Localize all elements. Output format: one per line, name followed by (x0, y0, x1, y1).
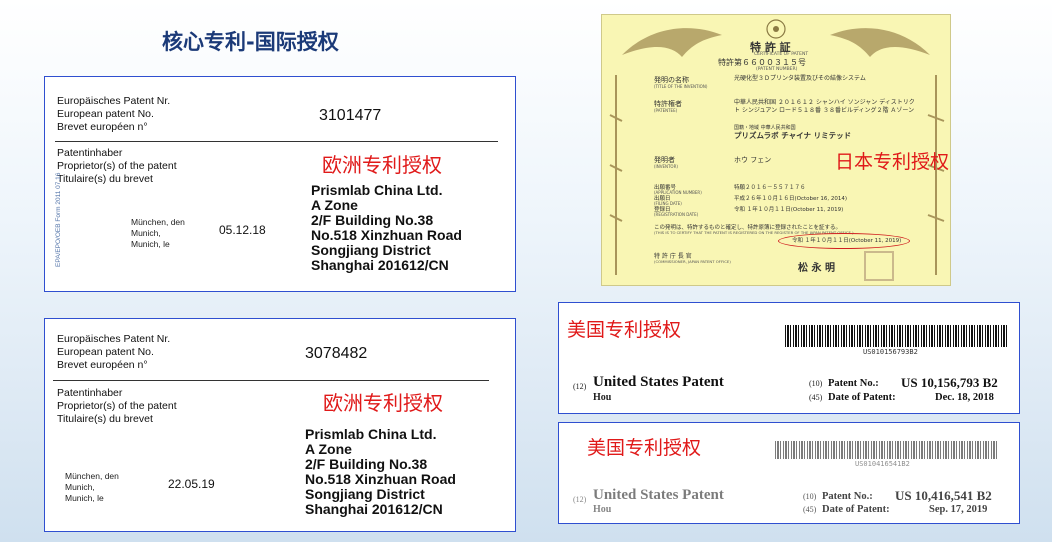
ep-grant-stamp: 欧洲专利授权 (323, 391, 443, 415)
ep-holder-label-en: Proprietor(s) of the patent (57, 160, 177, 172)
ep-document-1: Europäisches Patent Nr. European patent … (55, 87, 505, 281)
us-patent-no: US 10,156,793 B2 (901, 375, 998, 390)
jp-value-reg-date: 令和 １年１０月１１日(October 11, 2019) (734, 207, 844, 213)
ep-nr-label-de: Europäisches Patent Nr. (57, 333, 171, 345)
ep-address-line: A Zone (305, 441, 352, 457)
ep-address-line: 2/F Building No.38 (311, 212, 434, 228)
ep-holder-label-de: Patentinhaber (57, 387, 123, 399)
ep-nr-label-fr: Brevet européen n° (57, 121, 148, 133)
jp-value-title: 光硬化型３Ｄプリンタ装置及びその結像システム (734, 75, 866, 82)
jp-patent-number-sub: (PATENT NUMBER) (756, 67, 798, 72)
jp-date-line: 令和 １年１０月１１日(October 11, 2019) (792, 238, 902, 244)
barcode-icon (775, 441, 997, 459)
ep-city-de: München, den (131, 217, 185, 227)
ep-address-line: Shanghai 201612/CN (311, 257, 449, 273)
ep-city-fr: Munich, le (65, 493, 104, 503)
divider (55, 141, 498, 142)
ep-document-2: Europäisches Patent Nr. European patent … (53, 325, 489, 521)
ep-city-en: Munich, (65, 482, 95, 492)
ep-address-line: Prismlab China Ltd. (311, 182, 443, 198)
ep-address-line: Prismlab China Ltd. (305, 426, 437, 442)
us-patent-no: US 10,416,541 B2 (895, 488, 992, 503)
us-code-45: (45) (809, 393, 823, 402)
ep-address-line: No.518 Xinzhuan Road (305, 471, 456, 487)
ep-nr-label-en: European patent No. (57, 346, 154, 358)
jp-grant-stamp: 日本专利授权 (835, 151, 950, 173)
ep-nr-label-de: Europäisches Patent Nr. (57, 95, 171, 107)
us-code-10: (10) (809, 379, 823, 388)
us-code-12: (12) (573, 382, 587, 391)
us-code-12: (12) (573, 495, 587, 504)
us-barcode-text: US010156793B2 (863, 348, 918, 356)
us-code-10: (10) (803, 492, 817, 501)
ep-form-side-text: EPA/EPO/OEB Form 2011 07.16 (55, 172, 62, 267)
bamboo-left-ornament-icon (609, 75, 623, 275)
jp-label-title-sub: (TITLE OF THE INVENTION) (654, 84, 708, 89)
us-grant-stamp: 美国专利授权 (587, 437, 702, 459)
jp-value-inventor: ホウ フェン (734, 156, 772, 164)
jp-patent-certificate: 特 許 証 CERTIFICATE OF PATENT 特許第６６００３１５号 … (601, 14, 951, 286)
ep-nr-label-fr: Brevet européen n° (57, 359, 148, 371)
ep-city-fr: Munich, le (131, 239, 170, 249)
us-document-2: 美国专利授权 US010416541B2 (12) United States … (565, 429, 1011, 517)
jp-value-patentee: 中華人民共和国 ２０１６１２ シャンハイ ソンジャン ディストリクト シンジュア… (734, 99, 915, 114)
ep-address-line: Songjiang District (311, 242, 431, 258)
ep-grant-date: 22.05.19 (168, 477, 215, 491)
us-code-45: (45) (803, 505, 817, 514)
us-date: Dec. 18, 2018 (935, 392, 994, 403)
us-inventor: Hou (593, 504, 612, 515)
page-title: 核心专利-国际授权 (162, 30, 339, 54)
us-inventor: Hou (593, 392, 612, 403)
us-date-label: Date of Patent: (828, 392, 896, 403)
us-patent-card-2: 美国专利授权 US010416541B2 (12) United States … (558, 422, 1020, 524)
us-patent-card-1: 美国专利授权 US010156793B2 (12) United States … (558, 302, 1020, 414)
us-grant-stamp: 美国专利授权 (567, 319, 682, 341)
jp-value-company: プリズムラボ チャイナ リミテッド (734, 131, 852, 140)
ep-holder-label-de: Patentinhaber (57, 147, 123, 159)
ep-address-line: No.518 Xinzhuan Road (311, 227, 462, 243)
jp-commissioner-sub: (COMMISSIONER, JAPAN PATENT OFFICE) (654, 259, 731, 264)
ep-address-line: 2/F Building No.38 (305, 456, 428, 472)
jp-value-app-number: 特願２０１６－５５７１７６ (734, 185, 806, 191)
us-patent-no-label: Patent No.: (822, 491, 873, 502)
us-title: United States Patent (593, 487, 724, 503)
ep-address-line: A Zone (311, 197, 358, 213)
ep-holder-label-fr: Titulaire(s) du brevet (57, 413, 153, 425)
ep-address-line: Shanghai 201612/CN (305, 501, 443, 517)
divider (53, 380, 489, 381)
us-document-1: 美国专利授权 US010156793B2 (12) United States … (565, 309, 1011, 405)
ep-patent-number: 3078482 (305, 345, 368, 362)
ep-holder-label-fr: Titulaire(s) du brevet (57, 173, 153, 185)
jp-label-reg-date-sub: (REGISTRATION DATE) (654, 212, 699, 217)
ep-nr-label-en: European patent No. (57, 108, 154, 120)
jp-signature: 松 永 明 (798, 263, 835, 274)
ep-address-line: Songjiang District (305, 486, 425, 502)
jp-label-patentee-sub: (PATENTEE) (654, 108, 678, 113)
jp-label-inventor-sub: (INVENTOR) (654, 164, 678, 169)
us-title: United States Patent (593, 374, 724, 390)
ep-city-de: München, den (65, 471, 119, 481)
ep-grant-stamp: 欧洲专利授权 (322, 153, 442, 177)
us-date-label: Date of Patent: (822, 504, 890, 515)
barcode-icon (785, 325, 1007, 347)
ep-grant-date: 05.12.18 (219, 223, 266, 237)
ep-patent-card-1: Europäisches Patent Nr. European patent … (44, 76, 516, 292)
ep-patent-number: 3101477 (319, 107, 382, 124)
ep-city-en: Munich, (131, 228, 161, 238)
us-date: Sep. 17, 2019 (929, 504, 988, 515)
bamboo-right-ornament-icon (927, 75, 945, 275)
jp-seal-icon (864, 251, 894, 281)
us-patent-no-label: Patent No.: (828, 378, 879, 389)
jp-value-filing-date: 平成２６年１０月１６日(October 16, 2014) (734, 196, 848, 202)
ep-holder-label-en: Proprietor(s) of the patent (57, 400, 177, 412)
us-barcode-text: US010416541B2 (855, 460, 910, 468)
ep-patent-card-2: Europäisches Patent Nr. European patent … (44, 318, 516, 532)
